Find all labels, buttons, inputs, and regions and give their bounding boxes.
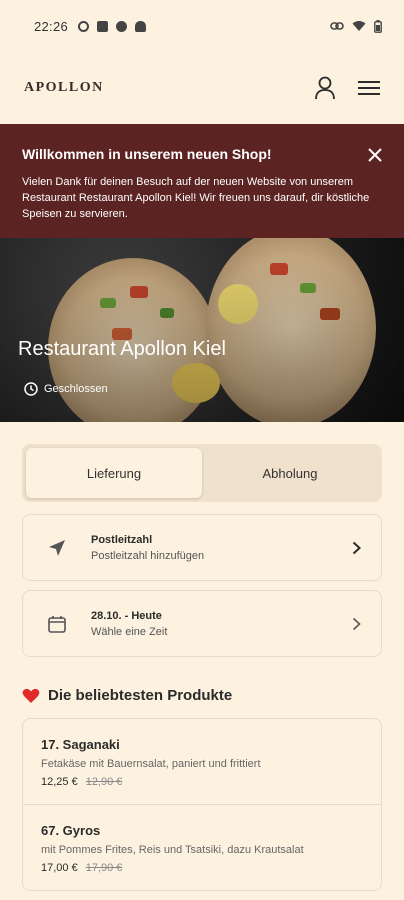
battery-icon: [374, 19, 382, 33]
postcode-title: Postleitzahl: [91, 533, 153, 546]
product-name: 67. Gyros: [41, 823, 101, 838]
product-name: 17. Saganaki: [41, 737, 120, 752]
tab-delivery[interactable]: Lieferung: [26, 448, 202, 498]
product-old-price: 17,90 €: [85, 862, 123, 874]
calendar-icon: [48, 615, 66, 633]
clock-icon: [24, 382, 38, 396]
chevron-right-icon: [352, 617, 361, 630]
link-icon: [330, 22, 344, 30]
schedule-subtitle: Wähle eine Zeit: [91, 625, 168, 638]
product-old-price: 12,90 €: [85, 776, 123, 788]
product-price: 17,00 €: [41, 862, 78, 874]
android-icon: [135, 20, 147, 32]
settings-icon: [116, 20, 128, 32]
section-title: Die beliebtesten Produkte: [48, 687, 233, 704]
menu-icon[interactable]: [358, 80, 380, 96]
close-icon[interactable]: [368, 148, 382, 162]
notification-square-icon: [97, 20, 109, 32]
order-type-toggle: Lieferung Abholung: [22, 444, 382, 502]
restaurant-title: Restaurant Apollon Kiel: [18, 338, 226, 360]
wifi-icon: [352, 21, 366, 31]
postcode-card[interactable]: Postleitzahl Postleitzahl hinzufügen: [22, 514, 382, 581]
welcome-banner: Willkommen in unserem neuen Shop! Vielen…: [0, 124, 404, 238]
banner-title: Willkommen in unserem neuen Shop!: [22, 146, 272, 162]
app-header: APOLLON: [0, 52, 404, 124]
status-bar: 22:26: [0, 0, 404, 52]
location-arrow-icon: [49, 539, 65, 556]
product-description: mit Pommes Frites, Reis und Tsatsiki, da…: [41, 844, 304, 856]
product-list: 17. Saganaki Fetakäse mit Bauernsalat, p…: [22, 718, 382, 891]
chevron-right-icon: [352, 541, 361, 554]
tab-pickup[interactable]: Abholung: [202, 448, 378, 498]
status-label: Geschlossen: [44, 383, 108, 395]
popular-products-heading: Die beliebtesten Produkte: [22, 687, 382, 704]
user-icon[interactable]: [314, 76, 336, 100]
apollon-logo[interactable]: APOLLON: [24, 80, 104, 96]
product-item[interactable]: 17. Saganaki Fetakäse mit Bauernsalat, p…: [23, 719, 381, 805]
hero-image: Restaurant Apollon Kiel Geschlossen: [0, 238, 404, 422]
opening-status: Geschlossen: [24, 382, 108, 396]
sync-icon: [78, 20, 90, 32]
postcode-subtitle: Postleitzahl hinzufügen: [91, 549, 205, 562]
schedule-title: 28.10. - Heute: [91, 609, 162, 622]
banner-text: Vielen Dank für deinen Besuch auf der ne…: [22, 176, 370, 220]
product-description: Fetakäse mit Bauernsalat, paniert und fr…: [41, 758, 261, 770]
product-item[interactable]: 67. Gyros mit Pommes Frites, Reis und Ts…: [23, 805, 381, 890]
product-price: 12,25 €: [41, 776, 78, 788]
status-time: 22:26: [34, 18, 69, 34]
schedule-card[interactable]: 28.10. - Heute Wähle eine Zeit: [22, 590, 382, 657]
heart-icon: [22, 688, 40, 703]
